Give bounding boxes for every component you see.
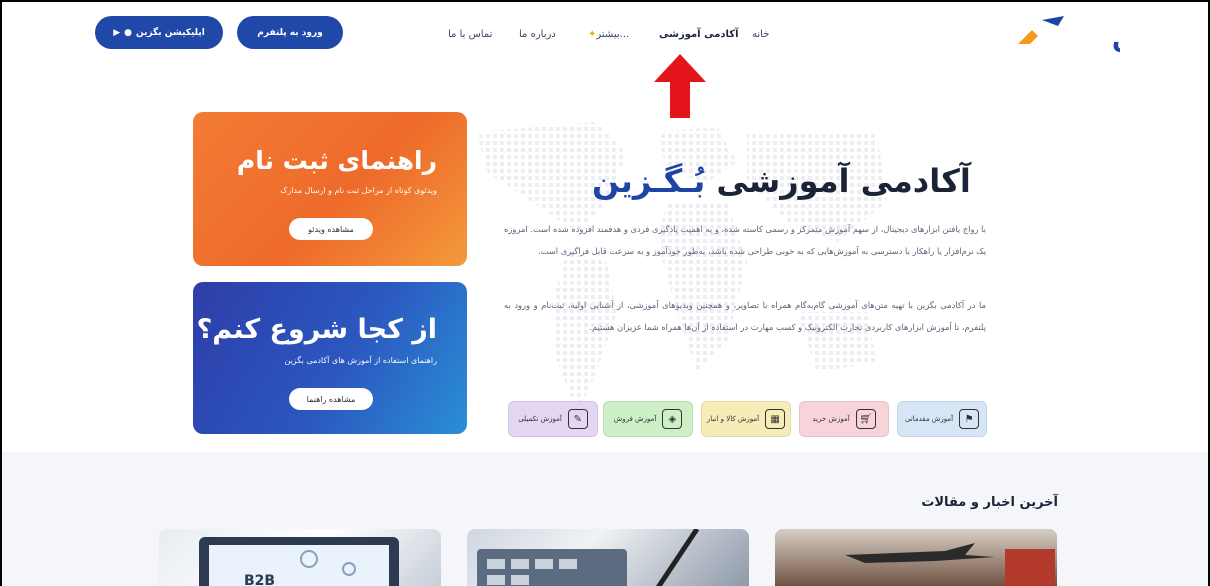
- where-to-start-card[interactable]: از کجا شروع کنم؟ راهنمای استفاده از آموز…: [193, 282, 467, 434]
- cart-icon: 🛒︎: [855, 409, 876, 429]
- red-arrow-annotation: [654, 54, 706, 118]
- apple-icon: ●: [124, 27, 132, 38]
- news-section: آخرین اخبار و مقالات B2B: [2, 452, 1208, 586]
- register-card-subtitle: ویدئوی کوتاه از مراحل ثبت نام و ارسال مد…: [280, 186, 437, 195]
- news-card-b2b[interactable]: B2B: [159, 529, 441, 586]
- calculator-illustration: [477, 529, 700, 586]
- start-card-title: از کجا شروع کنم؟: [196, 314, 437, 345]
- tag-icon: ◈: [662, 409, 683, 429]
- hero-paragraph-2: ما در آکادمی بگزین با تهیه متن‌های آموزش…: [504, 300, 986, 332]
- hero-title-brand: بُـگـزین: [592, 162, 706, 200]
- category-purchase[interactable]: 🛒︎ آموزش خرید: [799, 401, 889, 437]
- nav-academy[interactable]: آکادمی آموزشی: [659, 29, 739, 40]
- feather-icon: ✎: [567, 409, 588, 429]
- svg-text:B2B: B2B: [244, 573, 275, 586]
- news-card-calculator[interactable]: [467, 529, 749, 586]
- category-chips: ⚑ آموزش مقدماتی 🛒︎ آموزش خرید ▦ آموزش کا…: [508, 401, 988, 437]
- nav-more[interactable]: ✦بیشتر...: [588, 29, 629, 40]
- play-store-icon: ▶: [113, 27, 121, 38]
- news-section-title: آخرین اخبار و مقالات: [921, 495, 1058, 510]
- category-intro[interactable]: ⚑ آموزش مقدماتی: [897, 401, 987, 437]
- svg-text:بگزین: بگزین: [1112, 22, 1120, 53]
- view-guide-button[interactable]: مشاهده راهنما: [289, 388, 373, 410]
- airplane-cargo-illustration: [775, 529, 1057, 586]
- app-button[interactable]: ▶ ● اپلیکیشن بگزین: [95, 16, 223, 49]
- news-card-airplane[interactable]: [775, 529, 1057, 586]
- category-goods-warehouse[interactable]: ▦ آموزش کالا و انبار: [701, 401, 791, 437]
- category-sales[interactable]: ◈ آموزش فروش: [603, 401, 693, 437]
- login-button[interactable]: ورود به پلتفرم: [237, 16, 343, 49]
- nav-about[interactable]: درباره ما: [519, 29, 556, 40]
- register-guide-card[interactable]: راهنمای ثبت نام ویدئوی کوتاه از مراحل ثب…: [193, 112, 467, 266]
- nav-home[interactable]: خانه: [752, 29, 769, 40]
- category-advanced[interactable]: ✎ آموزش تکمیلی: [508, 401, 598, 437]
- start-card-subtitle: راهنمای استفاده از آموزش های آکادمی بگزی…: [284, 356, 437, 365]
- register-card-title: راهنمای ثبت نام: [236, 146, 437, 175]
- warehouse-icon: ▦: [765, 409, 786, 429]
- b2b-illustration: B2B: [199, 537, 399, 586]
- hero-paragraph-1: با رواج یافتن ابزارهای دیجیتال، از سهم آ…: [504, 224, 986, 256]
- watch-video-button[interactable]: مشاهده ویدئو: [289, 218, 373, 240]
- flag-icon: ⚑: [959, 409, 980, 429]
- hero-title: آکادمی آموزشی بُـگـزین: [592, 162, 971, 200]
- nav-contact[interactable]: تماس با ما: [448, 29, 492, 40]
- bogzin-logo[interactable]: بگزین: [1008, 14, 1120, 54]
- site-header: بگزین خانه آکادمی آموزشی ✦بیشتر... دربار…: [2, 2, 1208, 72]
